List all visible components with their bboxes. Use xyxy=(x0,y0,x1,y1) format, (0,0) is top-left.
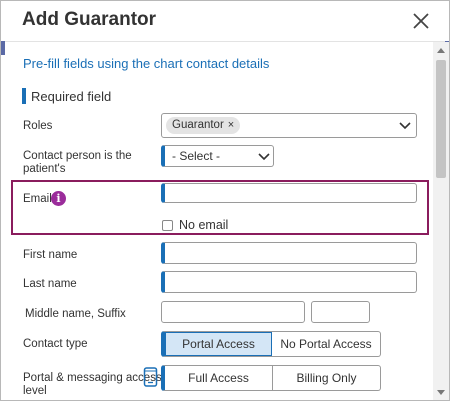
portal-access-level-label: Portal & messaging access level xyxy=(23,372,162,398)
info-icon[interactable]: i xyxy=(51,191,66,206)
guarantor-chip: Guarantor × xyxy=(166,117,241,134)
scroll-up-arrow-icon[interactable] xyxy=(437,48,445,53)
contact-type-label: Contact type xyxy=(23,338,88,350)
dialog-header: Add Guarantor xyxy=(1,1,449,42)
dialog-body: Pre-fill fields using the chart contact … xyxy=(1,42,433,400)
contact-type-toggle: Portal Access No Portal Access xyxy=(161,331,381,357)
vertical-scrollbar[interactable] xyxy=(433,42,449,400)
prefill-link[interactable]: Pre-fill fields using the chart contact … xyxy=(23,56,269,71)
chevron-down-icon xyxy=(258,153,270,161)
chevron-down-icon xyxy=(399,122,411,130)
email-label: Email xyxy=(23,193,52,205)
contact-person-value: - Select - xyxy=(172,149,221,163)
add-guarantor-dialog: Add Guarantor Pre-fill fields using the … xyxy=(0,0,450,401)
full-access-option[interactable]: Full Access xyxy=(165,366,272,390)
mobile-device-icon xyxy=(143,367,158,387)
portal-access-label-line1: Portal & messaging access xyxy=(23,372,162,384)
chip-remove-icon[interactable]: × xyxy=(228,119,234,131)
contact-person-select[interactable]: - Select - xyxy=(161,145,274,167)
first-name-label: First name xyxy=(23,249,78,261)
suffix-input[interactable] xyxy=(311,301,370,323)
last-name-label: Last name xyxy=(23,278,77,290)
contact-person-label: Contact person is the patient's xyxy=(23,150,132,176)
portal-access-option[interactable]: Portal Access xyxy=(165,332,272,356)
required-marker xyxy=(22,88,26,104)
first-name-input[interactable] xyxy=(161,242,417,264)
no-portal-access-option[interactable]: No Portal Access xyxy=(272,332,380,356)
roles-label: Roles xyxy=(23,120,53,132)
contact-person-label-line2: patient's xyxy=(23,163,66,175)
middle-name-input[interactable] xyxy=(161,301,305,323)
email-input[interactable] xyxy=(161,183,417,203)
middle-suffix-label: Middle name, Suffix xyxy=(25,308,126,320)
portal-access-label-line2: level xyxy=(23,385,47,397)
dialog-title: Add Guarantor xyxy=(22,9,157,30)
last-name-input[interactable] xyxy=(161,271,417,293)
scrollbar-thumb[interactable] xyxy=(436,60,446,178)
portal-access-level-toggle: Full Access Billing Only xyxy=(161,365,381,391)
scroll-down-arrow-icon[interactable] xyxy=(437,390,445,395)
close-icon[interactable] xyxy=(411,11,431,31)
required-field-legend: Required field xyxy=(31,89,112,104)
roles-select[interactable]: Guarantor × xyxy=(161,113,417,138)
contact-person-label-line1: Contact person is the xyxy=(23,150,132,162)
no-email-checkbox[interactable] xyxy=(162,220,173,231)
no-email-label: No email xyxy=(179,218,229,232)
chip-label: Guarantor xyxy=(172,119,224,131)
billing-only-option[interactable]: Billing Only xyxy=(272,366,380,390)
